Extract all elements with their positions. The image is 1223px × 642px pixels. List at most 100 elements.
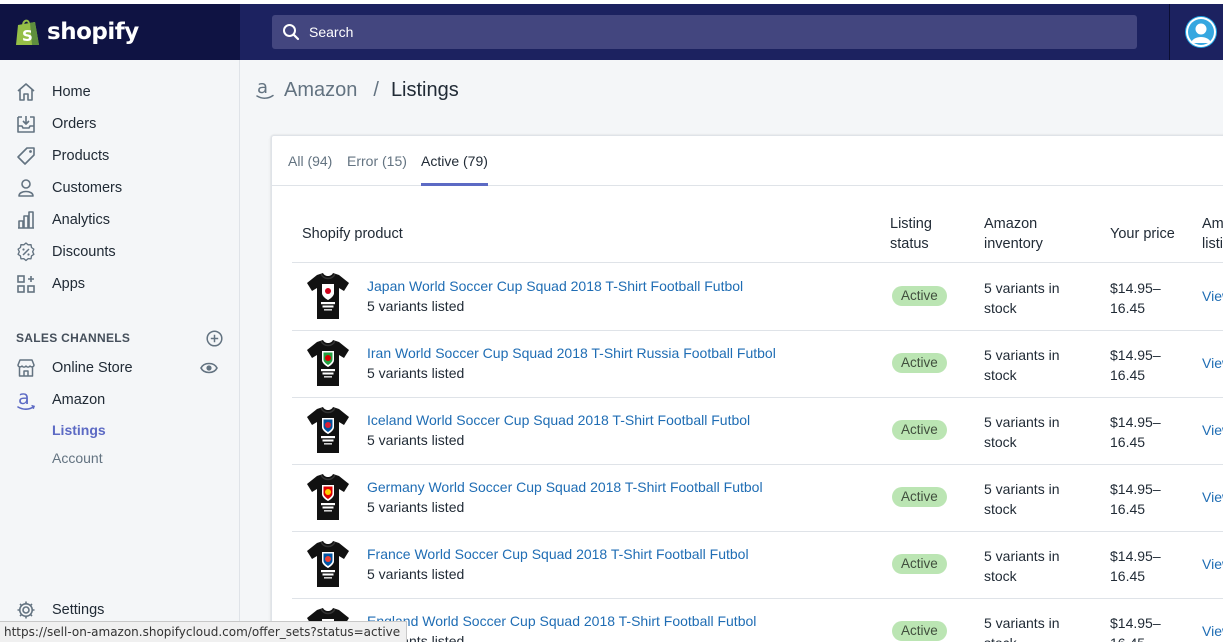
price-line: 16.45 xyxy=(1110,633,1180,642)
inventory-line: stock xyxy=(984,434,1017,450)
sidebar-item-apps[interactable]: Apps xyxy=(0,268,239,300)
shopify-logo[interactable]: S shopify xyxy=(0,4,240,60)
search-input[interactable] xyxy=(309,24,1089,40)
price-range: $14.95– 16.45 xyxy=(1110,412,1180,452)
inventory-line: 5 variants in xyxy=(984,280,1060,296)
status-badge: Active xyxy=(892,487,947,507)
discount-icon xyxy=(16,242,36,262)
price-range: $14.95– 16.45 xyxy=(1110,479,1180,519)
sidebar-item-label: Settings xyxy=(52,602,105,618)
sidebar-item-label: Orders xyxy=(52,116,97,132)
eye-icon[interactable] xyxy=(200,361,218,375)
view-listing-link[interactable]: View xyxy=(1202,623,1223,639)
product-title-link[interactable]: Germany World Soccer Cup Squad 2018 T-Sh… xyxy=(367,479,763,495)
table-row: England World Soccer Cup Squad 2018 T-Sh… xyxy=(272,598,1223,642)
sales-channels-title: SALES CHANNELS xyxy=(16,331,131,345)
browser-status-url: https://sell-on-amazon.shopifycloud.com/… xyxy=(0,621,408,642)
svg-text:a: a xyxy=(18,389,30,409)
inventory-line: 5 variants in xyxy=(984,414,1060,430)
sidebar-item-home[interactable]: Home xyxy=(0,76,239,108)
tshirt-thumbnail[interactable] xyxy=(305,271,351,321)
header-line: status xyxy=(890,236,929,252)
view-listing-link[interactable]: View xyxy=(1202,422,1223,438)
view-listing-link[interactable]: View xyxy=(1202,288,1223,304)
tab-bar: All (94) Error (15) Active (79) xyxy=(272,136,1223,186)
header-line: listi xyxy=(1202,236,1223,252)
amazon-icon: a xyxy=(16,389,36,410)
search-bar[interactable] xyxy=(272,15,1137,49)
table-row: Iceland World Soccer Cup Squad 2018 T-Sh… xyxy=(272,397,1223,464)
tshirt-thumbnail[interactable] xyxy=(305,338,351,388)
tshirt-thumbnail[interactable] xyxy=(305,472,351,522)
amazon-icon: a xyxy=(256,79,274,99)
flag-accent xyxy=(325,355,331,361)
tab-error[interactable]: Error (15) xyxy=(347,136,407,186)
price-line: 16.45 xyxy=(1110,300,1146,316)
sidebar-item-products[interactable]: Products xyxy=(0,140,239,172)
header-your-price: Your price xyxy=(1110,226,1175,242)
amazon-inventory: 5 variants in stock xyxy=(984,412,1074,452)
view-listing-link[interactable]: View xyxy=(1202,556,1223,572)
tshirt-thumbnail[interactable] xyxy=(305,539,351,589)
table-row: France World Soccer Cup Squad 2018 T-Shi… xyxy=(272,531,1223,598)
sidebar-item-discounts[interactable]: Discounts xyxy=(0,236,239,268)
tshirt-thumbnail[interactable] xyxy=(305,405,351,455)
variants-listed: 5 variants listed xyxy=(367,365,465,381)
tab-all[interactable]: All (94) xyxy=(288,136,332,186)
product-title-link[interactable]: Japan World Soccer Cup Squad 2018 T-Shir… xyxy=(367,278,743,294)
inventory-line: stock xyxy=(984,501,1017,517)
avatar[interactable] xyxy=(1185,16,1217,48)
variants-listed: 5 variants listed xyxy=(367,566,465,582)
product-title-link[interactable]: England World Soccer Cup Squad 2018 T-Sh… xyxy=(367,613,756,629)
flag-accent xyxy=(325,489,331,495)
table-row: Germany World Soccer Cup Squad 2018 T-Sh… xyxy=(272,464,1223,531)
inventory-line: 5 variants in xyxy=(984,347,1060,363)
sidebar-item-orders[interactable]: Orders xyxy=(0,108,239,140)
breadcrumb: a Amazon / Listings xyxy=(256,76,459,104)
status-badge: Active xyxy=(892,554,947,574)
bar-chart-icon xyxy=(16,210,36,230)
sidebar-item-customers[interactable]: Customers xyxy=(0,172,239,204)
price-line: 16.45 xyxy=(1110,367,1146,383)
tab-active[interactable]: Active (79) xyxy=(421,136,488,186)
orders-icon xyxy=(16,114,36,134)
price-range: $14.95– 16.45 xyxy=(1110,546,1180,586)
product-title-link[interactable]: Iceland World Soccer Cup Squad 2018 T-Sh… xyxy=(367,412,750,428)
view-listing-link[interactable]: View xyxy=(1202,355,1223,371)
inventory-line: stock xyxy=(984,568,1017,584)
product-title-link[interactable]: France World Soccer Cup Squad 2018 T-Shi… xyxy=(367,546,749,562)
header-amazon-inventory: Amazon inventory xyxy=(984,214,1043,254)
breadcrumb-parent[interactable]: Amazon xyxy=(284,79,357,102)
sidebar-item-label: Discounts xyxy=(52,244,116,260)
price-line: $14.95– xyxy=(1110,347,1161,363)
header-listing-status: Listing status xyxy=(890,214,932,254)
price-line: 16.45 xyxy=(1110,568,1146,584)
status-badge: Active xyxy=(892,621,947,641)
home-icon xyxy=(16,82,36,102)
status-badge: Active xyxy=(892,286,947,306)
price-line: 16.45 xyxy=(1110,434,1146,450)
user-avatar-icon xyxy=(1186,17,1216,47)
product-title-link[interactable]: Iran World Soccer Cup Squad 2018 T-Shirt… xyxy=(367,345,776,361)
view-listing-link[interactable]: View xyxy=(1202,489,1223,505)
sidebar-subitem-listings[interactable]: Listings xyxy=(52,422,106,438)
svg-text:a: a xyxy=(257,79,268,98)
amazon-inventory: 5 variants in stock xyxy=(984,479,1074,519)
sidebar-item-analytics[interactable]: Analytics xyxy=(0,204,239,236)
tag-icon xyxy=(16,146,36,166)
amazon-inventory: 5 variants in stock xyxy=(984,345,1074,385)
sidebar-item-label: Home xyxy=(52,84,91,100)
header-line: Amazon xyxy=(984,216,1038,232)
sidebar-item-label: Products xyxy=(52,148,110,164)
inventory-line: stock xyxy=(984,300,1017,316)
brand-name: shopify xyxy=(47,19,139,45)
gear-icon xyxy=(16,600,36,620)
sidebar-subitem-account[interactable]: Account xyxy=(52,450,103,466)
sidebar-item-amazon[interactable]: a Amazon xyxy=(0,384,239,416)
price-line: $14.95– xyxy=(1110,481,1161,497)
svg-text:S: S xyxy=(22,27,33,45)
price-range: $14.95– 16.45 xyxy=(1110,345,1180,385)
add-channel-icon[interactable] xyxy=(206,329,223,347)
sales-channels-header: SALES CHANNELS xyxy=(16,328,223,348)
amazon-inventory: 5 variants in stock xyxy=(984,278,1074,318)
